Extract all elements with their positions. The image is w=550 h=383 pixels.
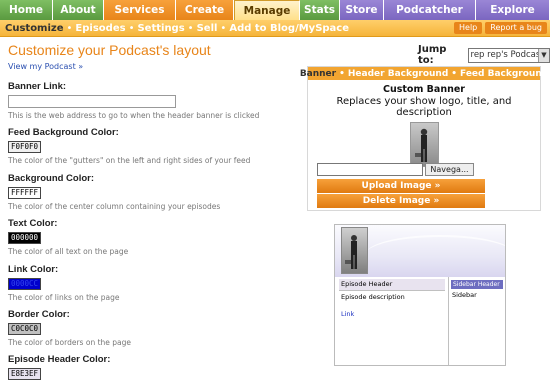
subnav-sell[interactable]: Sell — [197, 23, 218, 34]
separator: • — [66, 22, 73, 34]
layout-preview: Episode Header Episode description Link … — [334, 224, 506, 366]
link-color-field: Link Color: 0000CC The color of links on… — [8, 264, 120, 302]
podcast-select-value: rep rep's Podcast — [470, 49, 544, 60]
feed-bg-color-input[interactable]: F0F0F0 — [8, 141, 41, 153]
person-photo-icon — [414, 128, 427, 162]
text-color-help: The color of all text on the page — [8, 247, 129, 256]
tab-stats[interactable]: Stats — [300, 0, 340, 20]
view-podcast-link[interactable]: View my Podcast » — [8, 62, 83, 71]
divider — [339, 290, 445, 291]
tab-services[interactable]: Services — [104, 0, 176, 20]
page-title: Customize your Podcast's layout — [8, 42, 211, 58]
panel-tabs: Banner • Header Background • Feed Backgr… — [300, 67, 548, 80]
jump-to: Jump to: rep rep's Podcast ▼ — [418, 44, 550, 66]
panel-description: Replaces your show logo, title, and desc… — [336, 96, 512, 118]
report-bug-button[interactable]: Report a bug — [485, 22, 547, 34]
tab-manage[interactable]: Manage — [234, 0, 300, 20]
tab-about[interactable]: About — [53, 0, 104, 20]
link-color-label: Link Color: — [8, 264, 59, 275]
separator: • — [451, 68, 458, 79]
border-color-label: Border Color: — [8, 309, 70, 320]
feed-bg-color-help: The color of the "gutters" on the left a… — [8, 156, 251, 165]
tab-header-background[interactable]: Header Background — [348, 69, 448, 79]
tab-create[interactable]: Create — [176, 0, 234, 20]
text-color-field: Text Color: 000000 The color of all text… — [8, 218, 128, 256]
subnav-customize[interactable]: Customize — [5, 23, 64, 34]
tab-banner[interactable]: Banner — [300, 69, 336, 79]
banner-link-label: Banner Link: — [8, 81, 67, 92]
tab-store[interactable]: Store — [340, 0, 384, 20]
bg-color-field: Background Color: FFFFFF The color of th… — [8, 173, 220, 211]
preview-banner — [335, 225, 505, 277]
custom-banner-panel: Banner • Header Background • Feed Backgr… — [300, 66, 548, 211]
episode-header-color-field: Episode Header Color: E8E3EF — [8, 354, 110, 380]
separator: • — [220, 22, 227, 34]
preview-episode-header: Episode Header — [339, 279, 445, 290]
help-button[interactable]: Help — [454, 22, 483, 34]
link-color-input[interactable]: 0000CC — [8, 278, 41, 290]
subnav-episodes[interactable]: Episodes — [75, 23, 125, 34]
tab-podcatcher[interactable]: Podcatcher — [384, 0, 476, 20]
file-picker: Navega... — [317, 163, 474, 176]
link-color-help: The color of links on the page — [8, 293, 120, 302]
banner-thumbnail — [409, 122, 439, 167]
bg-color-label: Background Color: — [8, 173, 95, 184]
upload-image-button[interactable]: Upload Image » — [317, 179, 485, 193]
file-path-input[interactable] — [317, 163, 423, 176]
feed-bg-color-field: Feed Background Color: F0F0F0 The color … — [8, 127, 250, 165]
preview-link: Link — [341, 310, 355, 318]
main-nav: Home About Services Create Manage Stats … — [0, 0, 550, 20]
text-color-input[interactable]: 000000 — [8, 232, 41, 244]
subnav-add-to-blog[interactable]: Add to Blog/MySpace — [229, 23, 349, 34]
banner-link-field: Banner Link: This is the web address to … — [8, 81, 259, 120]
bg-color-input[interactable]: FFFFFF — [8, 187, 41, 199]
chevron-down-icon: ▼ — [538, 48, 549, 62]
bg-color-help: The color of the center column containin… — [8, 202, 221, 211]
browse-button[interactable]: Navega... — [425, 163, 474, 176]
episode-header-color-label: Episode Header Color: — [8, 354, 111, 365]
preview-episode-description: Episode description — [341, 293, 405, 301]
jump-to-label: Jump to: — [418, 44, 447, 66]
subnav-settings[interactable]: Settings — [137, 23, 184, 34]
tab-feed-background[interactable]: Feed Background — [460, 69, 548, 79]
tab-explore[interactable]: Explore — [476, 0, 550, 20]
border-color-field: Border Color: C0C0C0 The color of border… — [8, 309, 131, 347]
delete-image-button[interactable]: Delete Image » — [317, 194, 485, 208]
preview-sidebar: Sidebar — [452, 291, 477, 299]
border-color-input[interactable]: C0C0C0 — [8, 323, 41, 335]
podcast-select[interactable]: rep rep's Podcast ▼ — [467, 47, 550, 63]
separator: • — [128, 22, 135, 34]
separator: • — [339, 68, 345, 79]
banner-link-input[interactable] — [8, 95, 176, 108]
feed-bg-color-label: Feed Background Color: — [8, 127, 119, 138]
banner-swoosh — [365, 235, 505, 275]
banner-link-help: This is the web address to go to when th… — [8, 111, 260, 120]
episode-header-color-input[interactable]: E8E3EF — [8, 368, 41, 380]
sub-nav: Customize • Episodes • Settings • Sell •… — [0, 20, 550, 37]
tab-home[interactable]: Home — [0, 0, 53, 20]
panel-title: Custom Banner — [383, 84, 465, 95]
border-color-help: The color of borders on the page — [8, 338, 131, 347]
person-photo-icon — [345, 235, 357, 269]
preview-banner-image — [341, 227, 368, 274]
text-color-label: Text Color: — [8, 218, 58, 229]
preview-sidebar-header: Sidebar Header — [451, 280, 503, 289]
separator: • — [187, 22, 194, 34]
